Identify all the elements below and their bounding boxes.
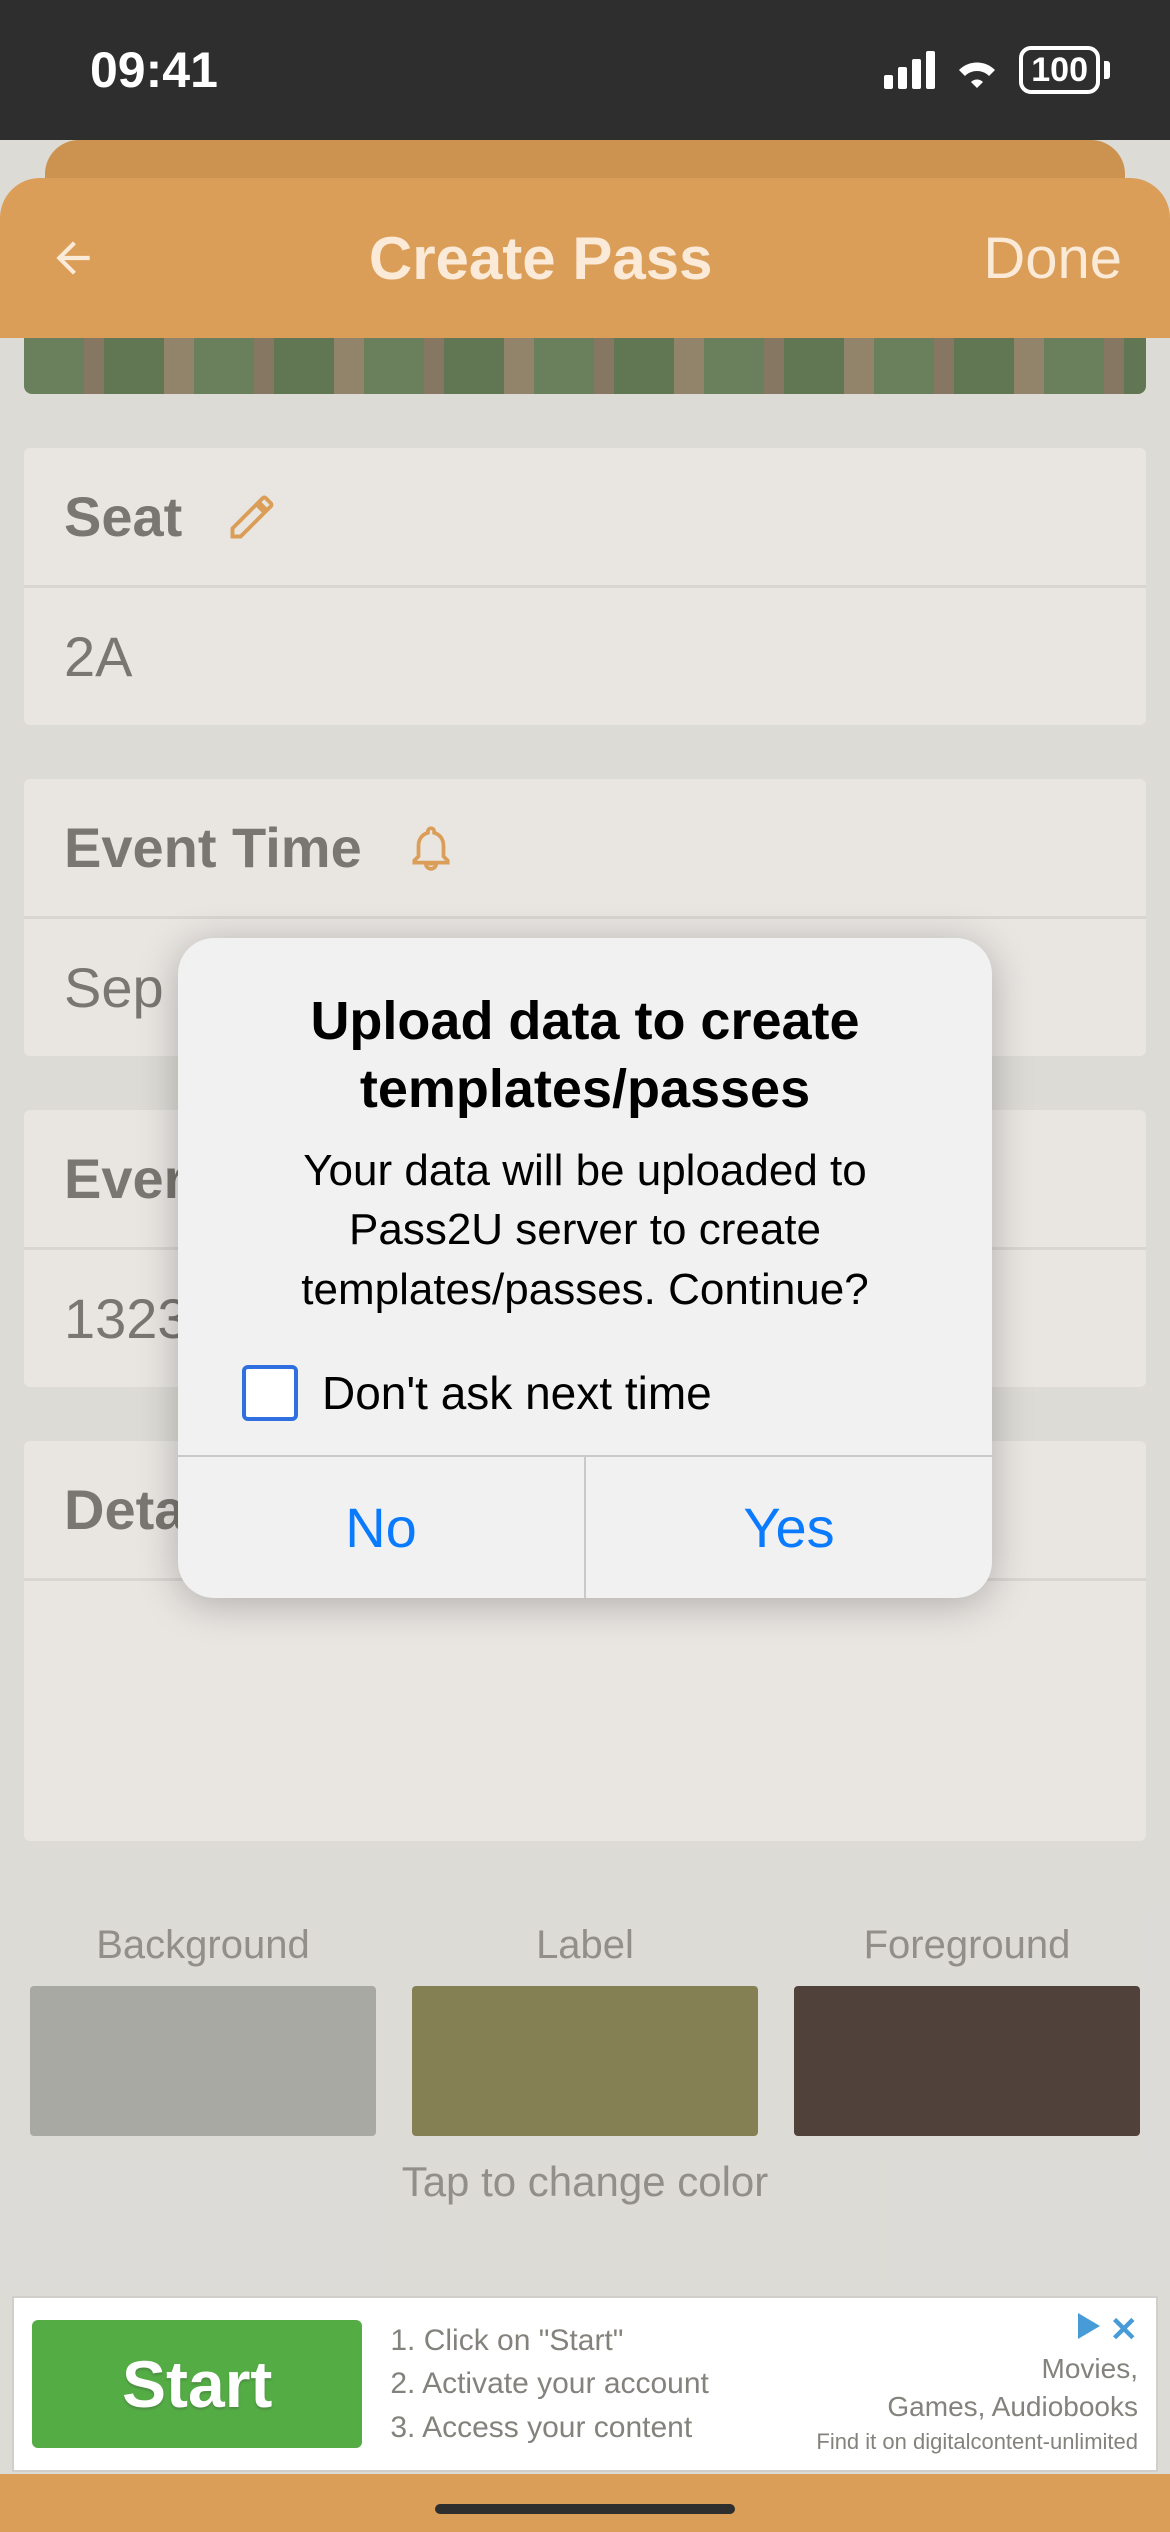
dialog-yes-button[interactable]: Yes xyxy=(584,1457,992,1598)
dont-ask-label: Don't ask next time xyxy=(322,1366,712,1420)
dont-ask-checkbox[interactable] xyxy=(242,1365,298,1421)
dialog-title: Upload data to create templates/passes xyxy=(224,988,946,1123)
dialog-message: Your data will be uploaded to Pass2U ser… xyxy=(224,1141,946,1319)
dialog-actions: No Yes xyxy=(178,1455,992,1598)
upload-confirm-dialog: Upload data to create templates/passes Y… xyxy=(178,938,992,1598)
dont-ask-row: Don't ask next time xyxy=(224,1365,946,1421)
dialog-no-button[interactable]: No xyxy=(178,1457,584,1598)
